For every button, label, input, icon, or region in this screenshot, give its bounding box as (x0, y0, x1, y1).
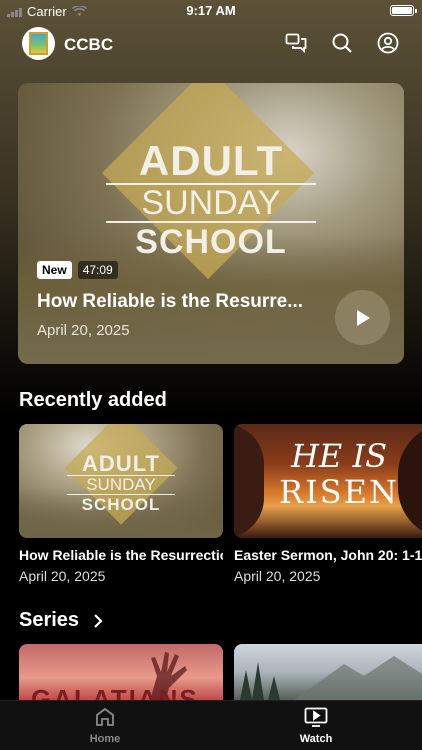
series-heading[interactable]: Series (19, 609, 103, 632)
new-badge: New (37, 261, 72, 279)
video-thumbnail: HE IS RISEN (234, 424, 422, 538)
series-card-mountains[interactable] (234, 644, 422, 700)
artwork-line-2: SUNDAY (106, 183, 316, 223)
status-bar: Carrier 9:17 AM (0, 0, 422, 22)
app-name: CCBC (64, 35, 114, 54)
chevron-right-icon (94, 613, 103, 628)
tab-home[interactable]: Home (55, 707, 155, 745)
home-icon (96, 707, 114, 726)
status-time: 9:17 AM (186, 3, 236, 18)
video-date: April 20, 2025 (19, 568, 106, 584)
tab-bar: Home Watch (0, 700, 422, 750)
hero-artwork-title: ADULT SUNDAY SCHOOL (106, 139, 316, 261)
chat-icon[interactable] (284, 31, 308, 55)
featured-video-card[interactable]: ADULT SUNDAY SCHOOL New 47:09 How Reliab… (18, 83, 404, 364)
video-title: How Reliable is the Resurrection? (19, 547, 223, 563)
video-card[interactable]: HE IS RISEN Easter Sermon, John 20: 1-18… (234, 424, 422, 584)
play-button[interactable] (335, 290, 390, 345)
series-title: Series (19, 609, 80, 631)
video-card[interactable]: ADULT SUNDAY SCHOOL How Reliable is the … (19, 424, 223, 584)
tab-home-label: Home (89, 733, 121, 745)
tab-watch-label: Watch (299, 733, 333, 745)
duration-badge: 47:09 (77, 261, 118, 279)
artwork-line-1: ADULT (138, 137, 284, 184)
search-icon[interactable] (330, 31, 354, 55)
battery-icon (390, 5, 417, 16)
tab-watch[interactable]: Watch (266, 707, 366, 745)
artwork-text: HE IS RISEN (278, 437, 399, 511)
hero-badges: New 47:09 (37, 261, 118, 279)
artwork-line-3: SCHOOL (135, 223, 287, 261)
video-thumbnail: ADULT SUNDAY SCHOOL (19, 424, 223, 538)
play-icon (356, 309, 370, 326)
recently-added-heading: Recently added (19, 389, 167, 411)
tv-play-icon (304, 707, 328, 727)
series-artwork-text: GALATIANS (31, 684, 199, 700)
church-logo[interactable] (22, 27, 55, 60)
video-title: Easter Sermon, John 20: 1-18 (234, 547, 422, 563)
hero-date: April 20, 2025 (37, 322, 130, 339)
series-card-galatians[interactable]: GALATIANS (19, 644, 223, 700)
app-header: CCBC (22, 27, 400, 61)
header-actions (284, 31, 400, 55)
video-date: April 20, 2025 (234, 568, 321, 584)
mountain-shape (294, 656, 422, 700)
hero-title: How Reliable is the Resurre... (37, 291, 304, 312)
account-icon[interactable] (376, 31, 400, 55)
